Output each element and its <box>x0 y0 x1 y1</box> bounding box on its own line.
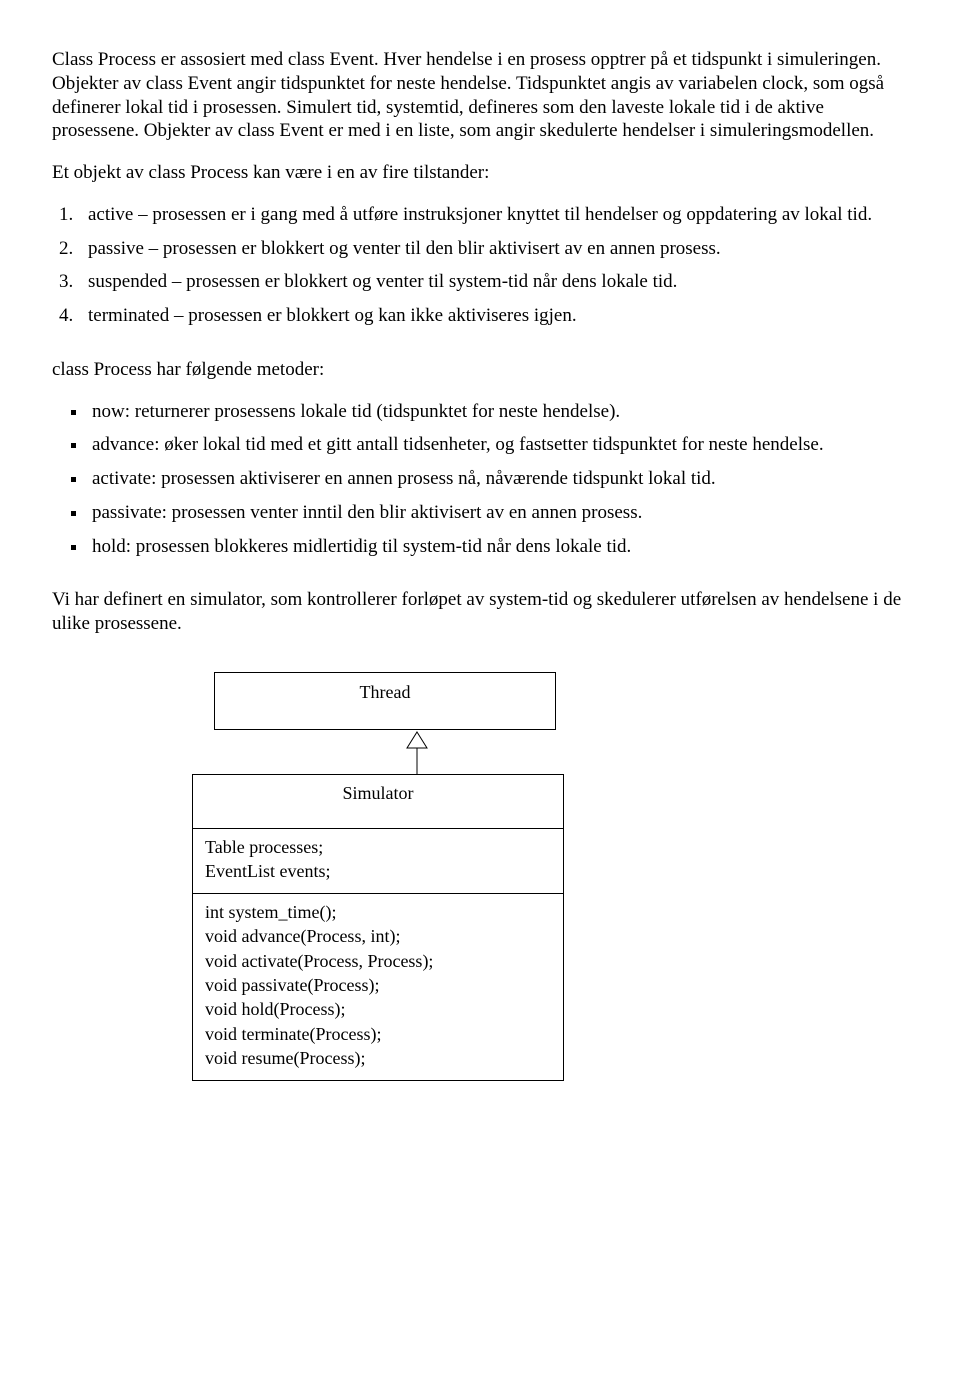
list-item: activate: prosessen aktiviserer en annen… <box>88 467 908 491</box>
list-item: passive – prosessen er blokkert og vente… <box>78 237 908 261</box>
list-item: passivate: prosessen venter inntil den b… <box>88 501 908 525</box>
uml-diagram: Thread Simulator Table processes; EventL… <box>192 672 642 1081</box>
uml-attributes: Table processes; EventList events; <box>193 828 563 894</box>
uml-operation: void activate(Process, Process); <box>205 949 551 973</box>
uml-simulator-class: Simulator Table processes; EventList eve… <box>192 774 564 1081</box>
simulator-intro: Vi har definert en simulator, som kontro… <box>52 588 908 636</box>
intro-paragraph: Class Process er assosiert med class Eve… <box>52 48 908 143</box>
list-item: suspended – prosessen er blokkert og ven… <box>78 270 908 294</box>
uml-attribute: EventList events; <box>205 859 551 883</box>
uml-operation: void advance(Process, int); <box>205 924 551 948</box>
states-list: active – prosessen er i gang med å utfør… <box>52 203 908 328</box>
methods-intro: class Process har følgende metoder: <box>52 358 908 382</box>
states-intro: Et objekt av class Process kan være i en… <box>52 161 908 185</box>
uml-operations: int system_time(); void advance(Process,… <box>193 893 563 1080</box>
list-item: hold: prosessen blokkeres midlertidig ti… <box>88 535 908 559</box>
uml-operation: void resume(Process); <box>205 1046 551 1070</box>
uml-attribute: Table processes; <box>205 835 551 859</box>
methods-list: now: returnerer prosessens lokale tid (t… <box>52 400 908 559</box>
uml-operation: void passivate(Process); <box>205 973 551 997</box>
uml-operation: void terminate(Process); <box>205 1022 551 1046</box>
list-item: terminated – prosessen er blokkert og ka… <box>78 304 908 328</box>
list-item: advance: øker lokal tid med et gitt anta… <box>88 433 908 457</box>
list-item: active – prosessen er i gang med å utfør… <box>78 203 908 227</box>
uml-parent-name: Thread <box>360 682 411 702</box>
generalization-arrow-icon <box>397 730 437 774</box>
uml-parent-box: Thread <box>214 672 556 731</box>
list-item: now: returnerer prosessens lokale tid (t… <box>88 400 908 424</box>
uml-operation: int system_time(); <box>205 900 551 924</box>
uml-class-name: Simulator <box>193 775 563 827</box>
uml-operation: void hold(Process); <box>205 997 551 1021</box>
